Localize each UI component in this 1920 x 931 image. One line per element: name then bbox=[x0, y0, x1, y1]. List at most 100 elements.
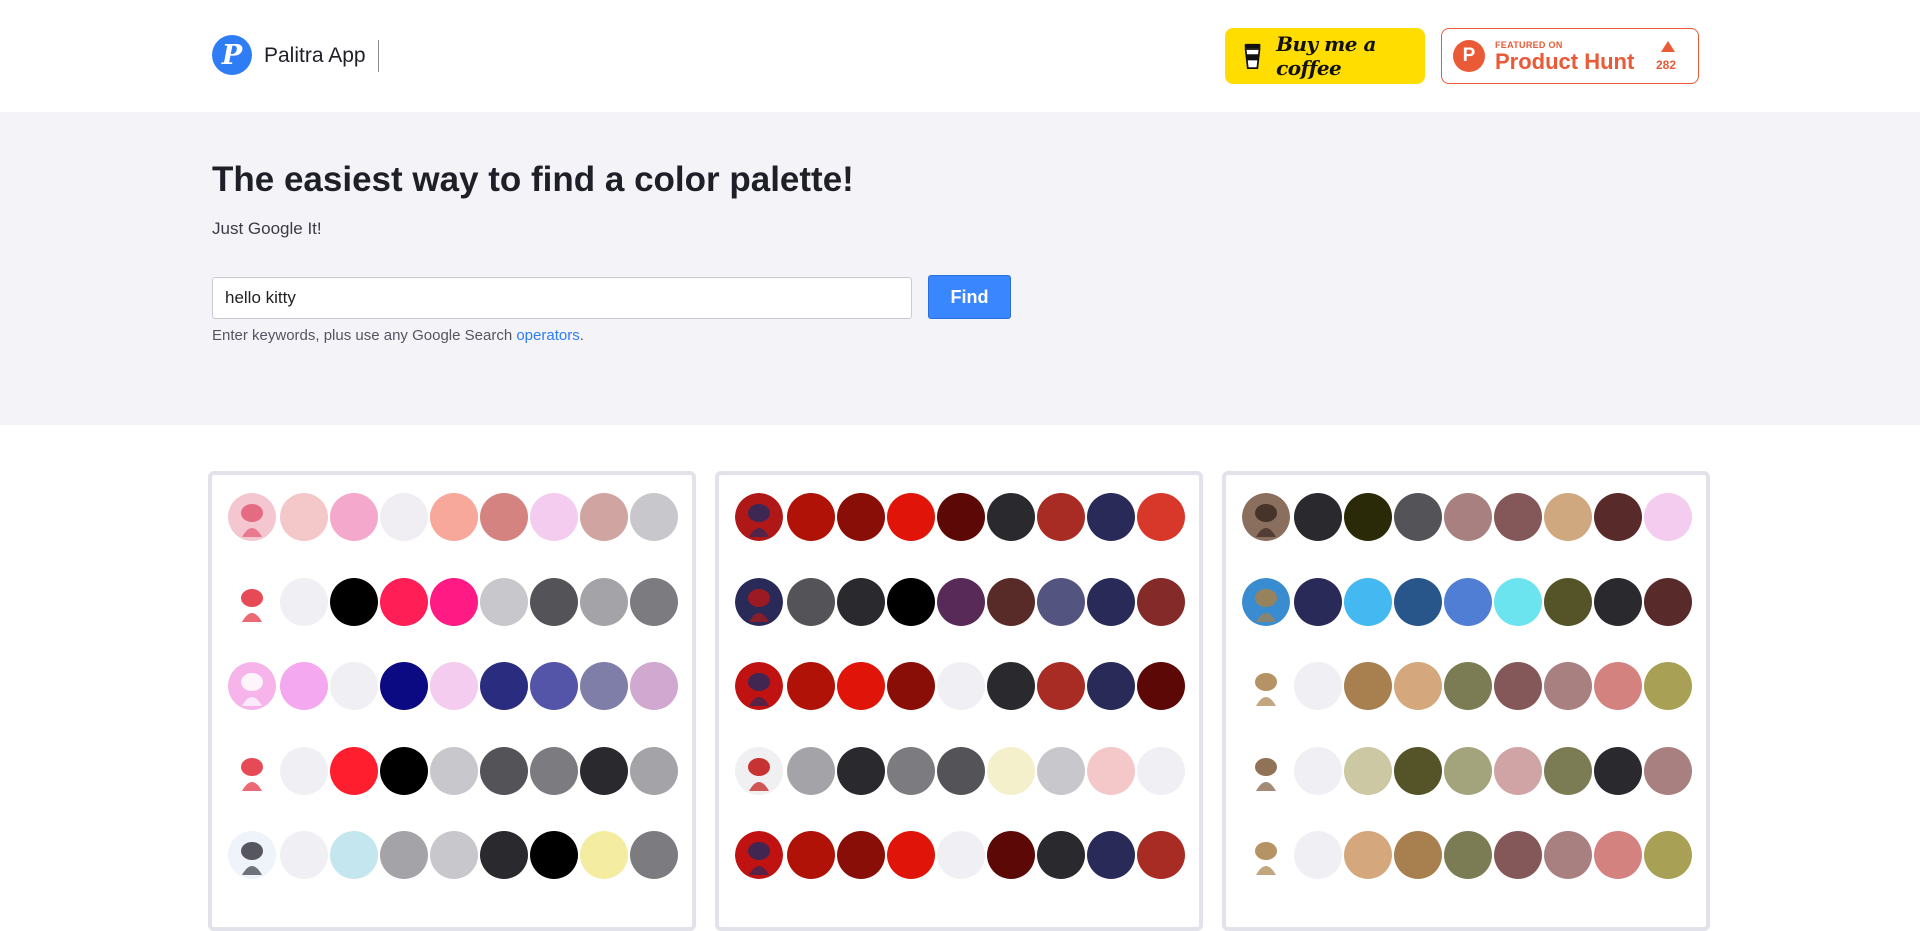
color-swatch[interactable] bbox=[1594, 747, 1642, 795]
color-swatch[interactable] bbox=[1344, 831, 1392, 879]
palette-thumbnail[interactable] bbox=[1242, 831, 1290, 879]
color-swatch[interactable] bbox=[1294, 493, 1342, 541]
color-swatch[interactable] bbox=[987, 831, 1035, 879]
color-swatch[interactable] bbox=[280, 662, 328, 710]
color-swatch[interactable] bbox=[1294, 747, 1342, 795]
color-swatch[interactable] bbox=[630, 578, 678, 626]
color-swatch[interactable] bbox=[430, 493, 478, 541]
palette-thumbnail[interactable] bbox=[228, 831, 276, 879]
color-swatch[interactable] bbox=[937, 831, 985, 879]
color-swatch[interactable] bbox=[987, 747, 1035, 795]
color-swatch[interactable] bbox=[1137, 493, 1185, 541]
color-swatch[interactable] bbox=[1444, 662, 1492, 710]
color-swatch[interactable] bbox=[1087, 747, 1135, 795]
operators-link[interactable]: operators bbox=[516, 327, 579, 344]
color-swatch[interactable] bbox=[580, 493, 628, 541]
search-input[interactable] bbox=[212, 277, 912, 319]
color-swatch[interactable] bbox=[1544, 493, 1592, 541]
palette-thumbnail[interactable] bbox=[735, 662, 783, 710]
color-swatch[interactable] bbox=[580, 747, 628, 795]
color-swatch[interactable] bbox=[330, 831, 378, 879]
palette-row[interactable] bbox=[228, 747, 680, 797]
color-swatch[interactable] bbox=[887, 831, 935, 879]
color-swatch[interactable] bbox=[530, 493, 578, 541]
color-swatch[interactable] bbox=[1137, 747, 1185, 795]
color-swatch[interactable] bbox=[330, 493, 378, 541]
palette-row[interactable] bbox=[735, 578, 1187, 628]
palitra-logo-icon[interactable]: P bbox=[212, 35, 252, 75]
color-swatch[interactable] bbox=[1494, 831, 1542, 879]
color-swatch[interactable] bbox=[330, 747, 378, 795]
color-swatch[interactable] bbox=[1037, 831, 1085, 879]
color-swatch[interactable] bbox=[887, 747, 935, 795]
color-swatch[interactable] bbox=[1644, 578, 1692, 626]
palette-row[interactable] bbox=[228, 662, 680, 712]
color-swatch[interactable] bbox=[1494, 662, 1542, 710]
color-swatch[interactable] bbox=[1494, 493, 1542, 541]
palette-thumbnail[interactable] bbox=[1242, 662, 1290, 710]
color-swatch[interactable] bbox=[1087, 578, 1135, 626]
product-hunt-badge[interactable]: P FEATURED ON Product Hunt 282 bbox=[1441, 28, 1699, 84]
app-name[interactable]: Palitra App bbox=[264, 44, 366, 68]
palette-row[interactable] bbox=[228, 578, 680, 628]
palette-row[interactable] bbox=[228, 831, 680, 881]
color-swatch[interactable] bbox=[380, 662, 428, 710]
color-swatch[interactable] bbox=[1037, 747, 1085, 795]
color-swatch[interactable] bbox=[1594, 831, 1642, 879]
color-swatch[interactable] bbox=[837, 662, 885, 710]
palette-thumbnail[interactable] bbox=[1242, 578, 1290, 626]
color-swatch[interactable] bbox=[987, 662, 1035, 710]
palette-row[interactable] bbox=[228, 493, 680, 543]
find-button[interactable]: Find bbox=[928, 275, 1011, 319]
color-swatch[interactable] bbox=[937, 578, 985, 626]
color-swatch[interactable] bbox=[530, 831, 578, 879]
palette-thumbnail[interactable] bbox=[228, 747, 276, 795]
color-swatch[interactable] bbox=[887, 578, 935, 626]
palette-thumbnail[interactable] bbox=[228, 493, 276, 541]
color-swatch[interactable] bbox=[580, 662, 628, 710]
color-swatch[interactable] bbox=[1037, 493, 1085, 541]
color-swatch[interactable] bbox=[530, 578, 578, 626]
color-swatch[interactable] bbox=[1344, 747, 1392, 795]
color-swatch[interactable] bbox=[1544, 662, 1592, 710]
color-swatch[interactable] bbox=[480, 747, 528, 795]
palette-row[interactable] bbox=[735, 747, 1187, 797]
color-swatch[interactable] bbox=[1444, 578, 1492, 626]
color-swatch[interactable] bbox=[1494, 578, 1542, 626]
color-swatch[interactable] bbox=[1444, 747, 1492, 795]
color-swatch[interactable] bbox=[380, 831, 428, 879]
color-swatch[interactable] bbox=[480, 578, 528, 626]
color-swatch[interactable] bbox=[1444, 493, 1492, 541]
color-swatch[interactable] bbox=[837, 747, 885, 795]
color-swatch[interactable] bbox=[787, 578, 835, 626]
color-swatch[interactable] bbox=[380, 493, 428, 541]
color-swatch[interactable] bbox=[1594, 578, 1642, 626]
palette-row[interactable] bbox=[1242, 493, 1694, 543]
color-swatch[interactable] bbox=[280, 831, 328, 879]
color-swatch[interactable] bbox=[1037, 662, 1085, 710]
color-swatch[interactable] bbox=[787, 831, 835, 879]
color-swatch[interactable] bbox=[1394, 747, 1442, 795]
color-swatch[interactable] bbox=[987, 493, 1035, 541]
color-swatch[interactable] bbox=[1087, 831, 1135, 879]
color-swatch[interactable] bbox=[1137, 578, 1185, 626]
color-swatch[interactable] bbox=[1137, 662, 1185, 710]
color-swatch[interactable] bbox=[887, 662, 935, 710]
color-swatch[interactable] bbox=[630, 662, 678, 710]
color-swatch[interactable] bbox=[937, 493, 985, 541]
color-swatch[interactable] bbox=[280, 493, 328, 541]
palette-row[interactable] bbox=[1242, 662, 1694, 712]
color-swatch[interactable] bbox=[787, 747, 835, 795]
color-swatch[interactable] bbox=[380, 578, 428, 626]
color-swatch[interactable] bbox=[1294, 831, 1342, 879]
color-swatch[interactable] bbox=[1087, 493, 1135, 541]
color-swatch[interactable] bbox=[1087, 662, 1135, 710]
palette-thumbnail[interactable] bbox=[228, 578, 276, 626]
color-swatch[interactable] bbox=[1294, 578, 1342, 626]
palette-row[interactable] bbox=[1242, 831, 1694, 881]
color-swatch[interactable] bbox=[787, 662, 835, 710]
color-swatch[interactable] bbox=[430, 831, 478, 879]
color-swatch[interactable] bbox=[280, 747, 328, 795]
color-swatch[interactable] bbox=[1594, 493, 1642, 541]
color-swatch[interactable] bbox=[837, 578, 885, 626]
